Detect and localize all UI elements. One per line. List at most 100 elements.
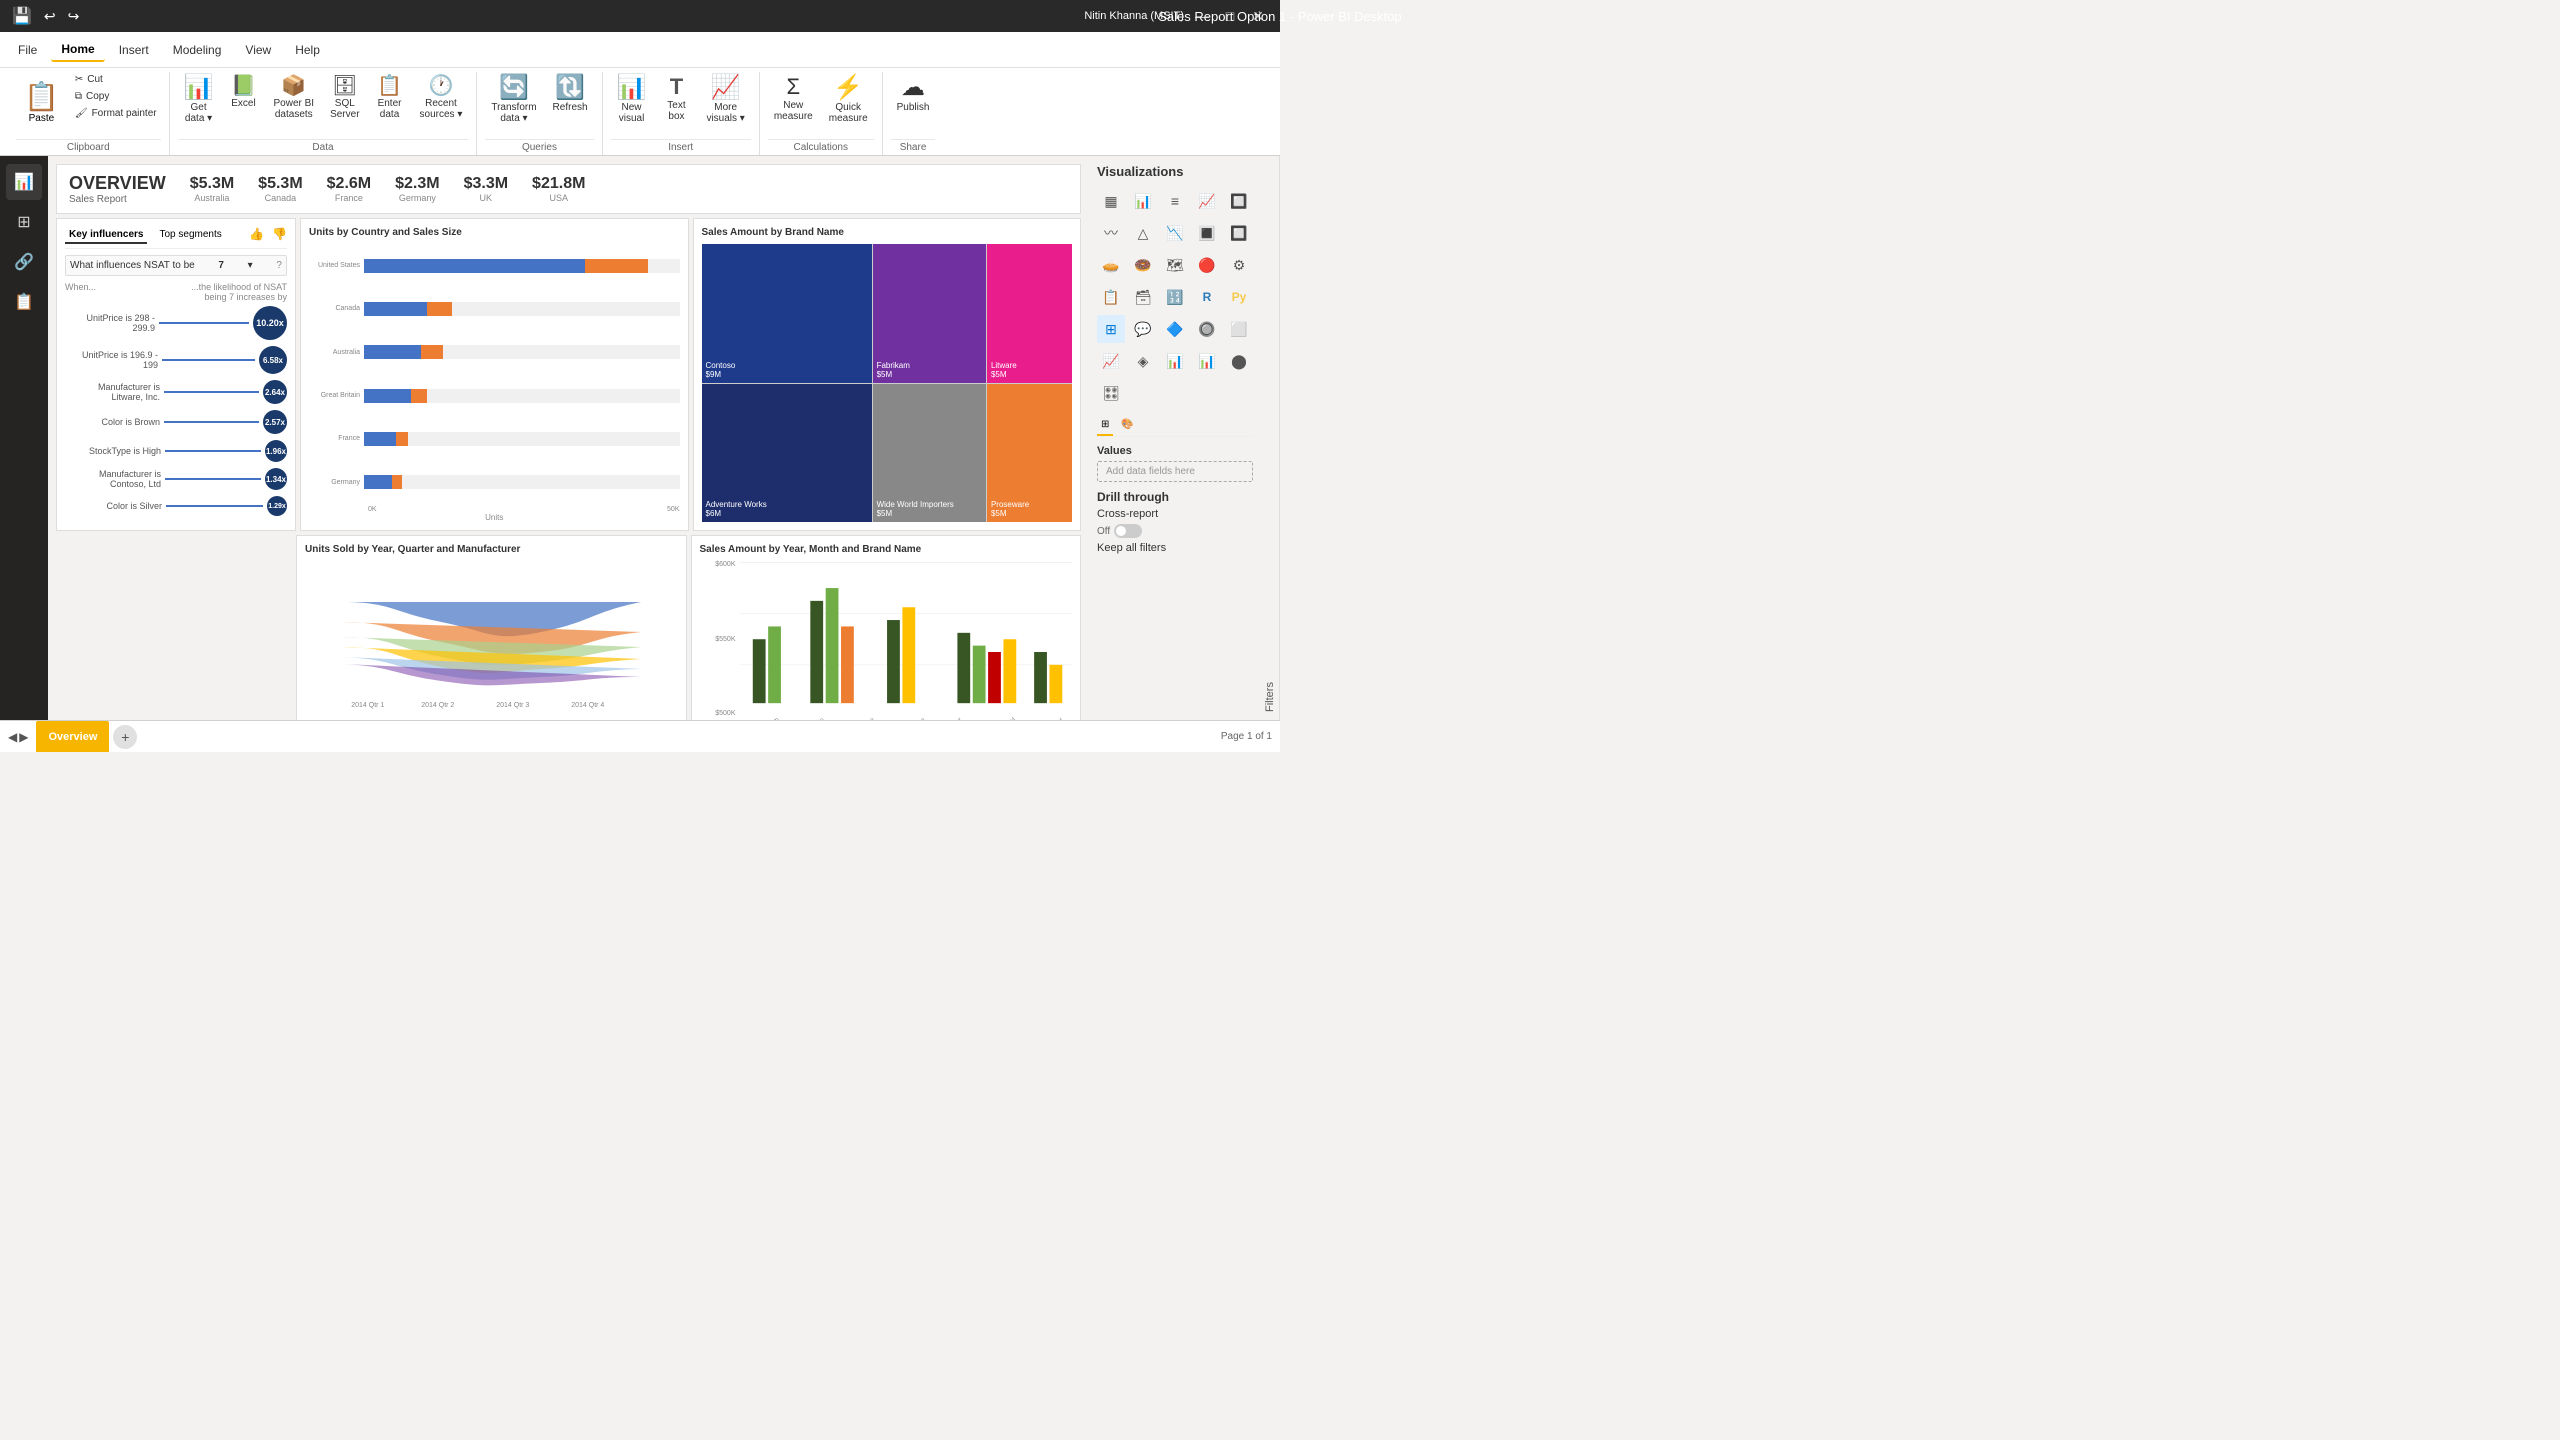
undo-icon[interactable]: ↩ bbox=[44, 8, 56, 25]
add-tab-button[interactable]: + bbox=[113, 725, 137, 749]
treemap[interactable]: Contoso $9M Fabrikam $5M Litware $5M A bbox=[702, 244, 1073, 522]
viz-map[interactable]: 🍩 bbox=[1129, 251, 1157, 279]
sales-chart-area: $600K $550K $500K bbox=[700, 561, 1073, 717]
copy-button[interactable]: ⧉ Copy bbox=[71, 89, 161, 104]
overview-tab[interactable]: Overview bbox=[36, 721, 109, 752]
viz-area-chart[interactable]: 🔲 bbox=[1225, 187, 1253, 215]
get-data-label: Getdata ▾ bbox=[185, 102, 212, 124]
refresh-button[interactable]: 🔃 Refresh bbox=[547, 72, 594, 117]
viz-image[interactable]: ⬜ bbox=[1225, 315, 1253, 343]
viz-scatter[interactable]: 📉 bbox=[1161, 219, 1189, 247]
viz-treemap[interactable]: 🥧 bbox=[1097, 251, 1125, 279]
menu-home[interactable]: Home bbox=[51, 38, 104, 62]
ki-thumbs-up[interactable]: 👍 bbox=[249, 227, 264, 244]
sales-bars-area bbox=[740, 561, 1073, 717]
quick-measure-button[interactable]: ⚡ Quickmeasure bbox=[823, 72, 874, 128]
viz-kpi[interactable]: 🔢 bbox=[1161, 283, 1189, 311]
paste-button[interactable]: 📋 Paste bbox=[20, 76, 63, 128]
ki-tab-influencers[interactable]: Key influencers bbox=[65, 227, 147, 244]
viz-ai-insights[interactable]: 📈 bbox=[1097, 347, 1125, 375]
excel-button[interactable]: 📗 Excel bbox=[224, 72, 264, 113]
viz-table[interactable]: ⊞ bbox=[1097, 315, 1125, 343]
viz-paginated[interactable]: 🎛 bbox=[1097, 379, 1125, 407]
viz-key-influencers[interactable]: 📊 bbox=[1161, 347, 1189, 375]
transform-data-button[interactable]: 🔄 Transformdata ▾ bbox=[485, 72, 542, 128]
viz-line-chart[interactable]: 📈 bbox=[1193, 187, 1221, 215]
viz-filled-map[interactable]: 🗺 bbox=[1161, 251, 1189, 279]
power-bi-datasets-button[interactable]: 📦 Power BIdatasets bbox=[268, 72, 321, 124]
tree-fabrikam[interactable]: Fabrikam $5M bbox=[873, 244, 986, 383]
viz-ribbon-chart[interactable]: 〰 bbox=[1097, 219, 1125, 247]
more-visuals-label: Morevisuals ▾ bbox=[706, 102, 744, 124]
add-data-fields[interactable]: Add data fields here bbox=[1097, 461, 1253, 482]
viz-gauge[interactable]: ⚙ bbox=[1225, 251, 1253, 279]
cut-button[interactable]: ✂ Cut bbox=[71, 72, 161, 87]
tree-proseware[interactable]: Proseware $5M bbox=[987, 384, 1072, 523]
sql-server-button[interactable]: 🗄 SQLServer bbox=[324, 72, 365, 124]
nav-right-arrow[interactable]: ▶ bbox=[19, 730, 28, 744]
stat-germany-value: $2.3M bbox=[395, 175, 439, 193]
viz-r-script[interactable]: R bbox=[1193, 283, 1221, 311]
menu-help[interactable]: Help bbox=[285, 39, 330, 61]
page-status: Page 1 of 1 bbox=[1221, 731, 1272, 742]
tree-adventure[interactable]: Adventure Works $6M bbox=[702, 384, 872, 523]
text-box-button[interactable]: T Textbox bbox=[656, 72, 696, 126]
get-data-button[interactable]: 📊 Getdata ▾ bbox=[178, 72, 220, 128]
svg-text:2014 Qtr 3: 2014 Qtr 3 bbox=[496, 702, 529, 709]
new-measure-button[interactable]: Σ Newmeasure bbox=[768, 72, 819, 126]
menu-modeling[interactable]: Modeling bbox=[163, 39, 232, 61]
viz-card[interactable]: 📋 bbox=[1097, 283, 1125, 311]
toggle-track[interactable] bbox=[1114, 524, 1142, 538]
menu-view[interactable]: View bbox=[235, 39, 281, 61]
bar-australia-blue bbox=[364, 345, 421, 359]
ki-tab-segments[interactable]: Top segments bbox=[155, 227, 225, 244]
viz-shape[interactable]: 🔘 bbox=[1193, 315, 1221, 343]
more-visuals-button[interactable]: 📈 Morevisuals ▾ bbox=[700, 72, 750, 128]
get-data-icon: 📊 bbox=[184, 76, 214, 100]
menu-file[interactable]: File bbox=[8, 39, 47, 61]
tree-contoso[interactable]: Contoso $9M bbox=[702, 244, 872, 383]
recent-sources-button[interactable]: 🕐 Recentsources ▾ bbox=[414, 72, 469, 124]
filters-tab[interactable]: Filters bbox=[1261, 156, 1280, 720]
ki-row-3: Manufacturer is Litware, Inc. 2.64x bbox=[65, 380, 287, 404]
ki-chevron-down-icon: ▾ bbox=[248, 260, 253, 271]
tree-litware[interactable]: Litware $5M bbox=[987, 244, 1072, 383]
enter-data-button[interactable]: 📋 Enterdata bbox=[370, 72, 410, 124]
stat-uk: $3.3M UK bbox=[464, 175, 508, 203]
viz-python[interactable]: Py bbox=[1225, 283, 1253, 311]
viz-pie-chart[interactable]: 🔳 bbox=[1193, 219, 1221, 247]
new-visual-button[interactable]: 📊 Newvisual bbox=[611, 72, 653, 128]
data-label: Data bbox=[178, 139, 469, 155]
sidebar-icon-data[interactable]: ⊞ bbox=[6, 204, 42, 240]
build-tab[interactable]: ⊞ bbox=[1097, 415, 1113, 436]
save-icon[interactable]: 💾 bbox=[12, 6, 32, 26]
tree-wwi[interactable]: Wide World Importers $5M bbox=[873, 384, 986, 523]
ki-question[interactable]: What influences NSAT to be 7 ▾ ? bbox=[65, 255, 287, 276]
sidebar-icon-report[interactable]: 📊 bbox=[6, 164, 42, 200]
viz-qa[interactable]: 📊 bbox=[1193, 347, 1221, 375]
sidebar-icon-metrics[interactable]: 📋 bbox=[6, 284, 42, 320]
ki-row-2: UnitPrice is 196.9 - 199 6.58x bbox=[65, 346, 287, 374]
viz-matrix[interactable]: 💬 bbox=[1129, 315, 1157, 343]
viz-smart-narrative[interactable]: ⬤ bbox=[1225, 347, 1253, 375]
viz-bar-chart[interactable]: ≡ bbox=[1161, 187, 1189, 215]
nav-left-arrow[interactable]: ◀ bbox=[8, 730, 17, 744]
sidebar-icon-model[interactable]: 🔗 bbox=[6, 244, 42, 280]
viz-funnel[interactable]: 🔴 bbox=[1193, 251, 1221, 279]
charts-row-1: Key influencers Top segments 👍 👎 What in… bbox=[56, 218, 1081, 531]
viz-multirow-card[interactable]: 🗃 bbox=[1129, 283, 1157, 311]
viz-donut[interactable]: 🔲 bbox=[1225, 219, 1253, 247]
format-painter-button[interactable]: 🖌 Format painter bbox=[71, 106, 161, 121]
viz-column-chart[interactable]: 📊 bbox=[1129, 187, 1157, 215]
stat-uk-value: $3.3M bbox=[464, 175, 508, 193]
menu-insert[interactable]: Insert bbox=[109, 39, 159, 61]
ki-thumbs-down[interactable]: 👎 bbox=[272, 227, 287, 244]
format-tab[interactable]: 🎨 bbox=[1117, 415, 1137, 436]
viz-waterfall[interactable]: △ bbox=[1129, 219, 1157, 247]
redo-icon[interactable]: ↪ bbox=[68, 8, 80, 25]
publish-button[interactable]: ☁ Publish bbox=[891, 72, 936, 117]
viz-stacked-bar[interactable]: ▦ bbox=[1097, 187, 1125, 215]
cross-report-toggle[interactable]: Off bbox=[1097, 524, 1253, 538]
viz-decomposition[interactable]: ◈ bbox=[1129, 347, 1157, 375]
viz-slicer[interactable]: 🔷 bbox=[1161, 315, 1189, 343]
